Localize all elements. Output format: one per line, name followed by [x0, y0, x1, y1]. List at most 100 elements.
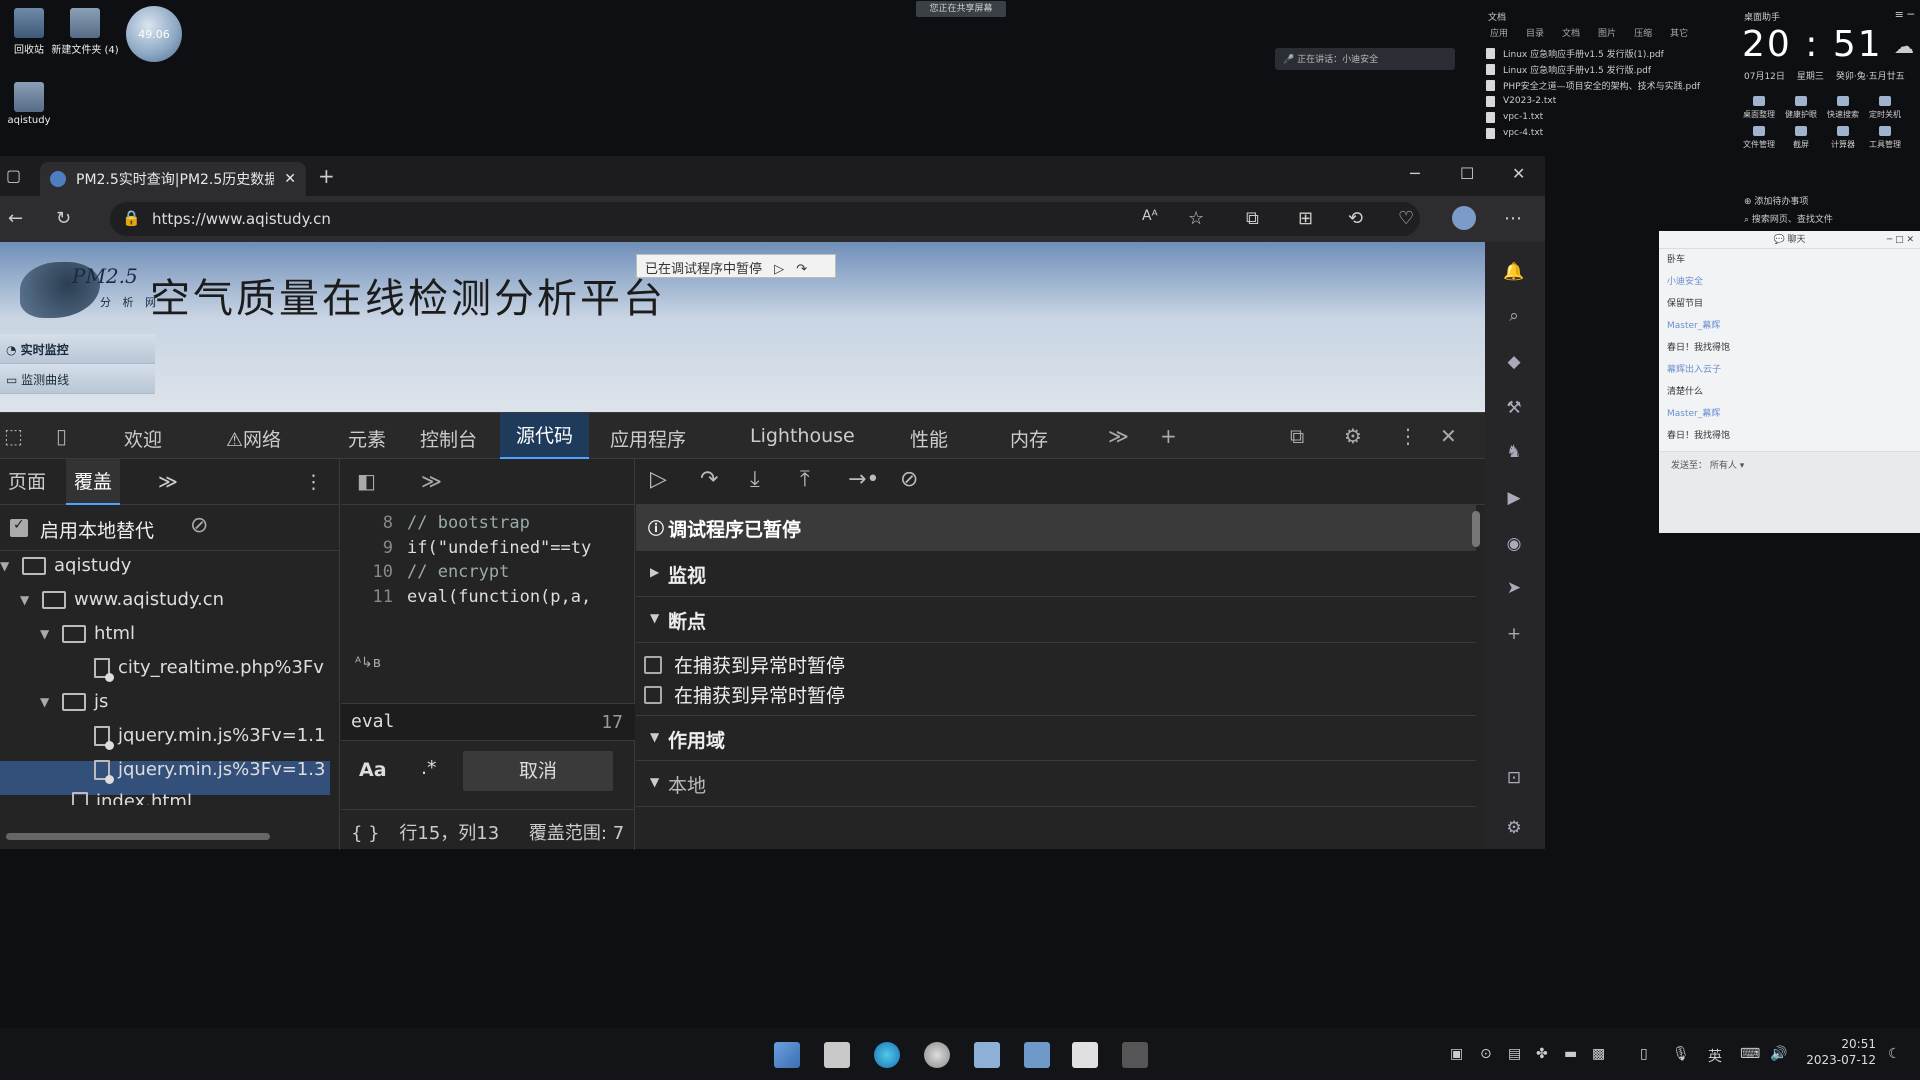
tab-sources[interactable]: 源代码	[500, 413, 590, 459]
tray-app-icon[interactable]: ▤	[1508, 1046, 1521, 1062]
history-icon[interactable]: ⟲	[1348, 208, 1363, 229]
app-icon[interactable]	[974, 1042, 1000, 1068]
tray-app-icon[interactable]: ▣	[1450, 1046, 1463, 1062]
tray-app-icon[interactable]: ▩	[1592, 1046, 1605, 1062]
tool-manage[interactable]: 工具管理	[1864, 126, 1906, 150]
devtools-settings-icon[interactable]: ⚙	[1344, 424, 1362, 448]
refresh-icon[interactable]: ↻	[56, 208, 71, 229]
menu-icon[interactable]: ≡ ─	[1895, 8, 1914, 21]
file-tab[interactable]: 应用	[1490, 26, 1508, 39]
regex-button[interactable]: .*	[421, 757, 437, 779]
file-tab[interactable]: 文档	[1562, 26, 1580, 39]
toggle-navigator-icon[interactable]: ◧	[357, 469, 376, 493]
more-tabs-icon[interactable]: ≫	[1108, 424, 1129, 448]
connect-icon[interactable]: ⧉	[1290, 424, 1304, 448]
nav-item-curve[interactable]: ▭ 监测曲线	[0, 364, 155, 394]
nav-item-realtime[interactable]: ◔ 实时监控	[0, 334, 155, 364]
close-tab-icon[interactable]: ✕	[284, 171, 296, 187]
tool-quick-search[interactable]: 快速搜索	[1822, 96, 1864, 120]
sublime-icon[interactable]	[1122, 1042, 1148, 1068]
address-bar[interactable]: 🔒 https://www.aqistudy.cn	[110, 202, 1420, 236]
new-tab-button[interactable]: +	[318, 164, 335, 188]
desktop-widget-avatar[interactable]: 49.06	[126, 6, 182, 62]
pause-caught-checkbox[interactable]	[644, 685, 662, 704]
vertical-scrollbar[interactable]	[1472, 511, 1480, 547]
media-icon[interactable]: ▶	[1503, 488, 1525, 510]
step-into-icon[interactable]: ⤓	[750, 467, 760, 492]
file-item[interactable]: PHP安全之道—项目安全的架构、技术与实践.pdf	[1480, 77, 1740, 93]
more-files-icon[interactable]: ≫	[421, 469, 442, 493]
navigator-menu-icon[interactable]: ⋮	[296, 459, 331, 505]
maximize-button[interactable]: ☐	[1460, 164, 1474, 183]
toolbox-icon[interactable]: ⚒	[1503, 398, 1525, 420]
favorite-star-icon[interactable]: ☆	[1188, 208, 1204, 229]
search-input[interactable]: eval 17	[341, 703, 635, 741]
volume-icon[interactable]: 🔊	[1770, 1046, 1787, 1062]
workspaces-icon[interactable]: ▢	[6, 166, 21, 185]
widget-search[interactable]: ⌕ 搜索网页、查找文件	[1744, 212, 1833, 225]
file-explorer-icon[interactable]	[824, 1042, 850, 1068]
tab-welcome[interactable]: 欢迎	[124, 425, 162, 452]
close-window-button[interactable]: ✕	[1512, 164, 1525, 183]
tool-eye-care[interactable]: 健康护眼	[1780, 96, 1822, 120]
tab-overrides[interactable]: 覆盖	[66, 459, 121, 505]
tree-node[interactable]: index.html	[72, 791, 192, 805]
clear-overrides-icon[interactable]: ⊘	[190, 513, 208, 538]
notepad-icon[interactable]	[1072, 1042, 1098, 1068]
todo-add[interactable]: ⊕ 添加待办事项	[1744, 194, 1808, 207]
file-item[interactable]: Linux 应急响应手册v1.5 发行版(1).pdf	[1480, 45, 1740, 61]
minimize-button[interactable]: ─	[1410, 164, 1420, 183]
games-icon[interactable]: ♞	[1503, 442, 1525, 464]
code-editor[interactable]: 8 // bootstrap 9 if("undefined"==ty 10 // e…	[341, 513, 635, 611]
resume-icon[interactable]: ▷	[650, 467, 667, 492]
send-to-select[interactable]: 所有人	[1710, 461, 1737, 471]
section-watch[interactable]: ▶ 监视	[636, 551, 1476, 597]
step-over-icon[interactable]: ↷	[796, 262, 807, 277]
step-out-icon[interactable]: ⤒	[800, 467, 810, 492]
inspect-icon[interactable]: ⬚	[4, 424, 23, 448]
settings-gear-icon[interactable]: ⚙	[1503, 818, 1525, 840]
section-breakpoints[interactable]: ▼ 断点	[636, 597, 1476, 643]
tree-node-selected[interactable]: jquery.min.js%3Fv=1.3	[94, 759, 325, 784]
tree-node[interactable]: ▼ js	[40, 691, 108, 712]
devtools-close-icon[interactable]: ✕	[1440, 424, 1457, 448]
tree-node[interactable]: jquery.min.js%3Fv=1.1	[94, 725, 325, 750]
enable-overrides-checkbox[interactable]	[10, 517, 28, 537]
file-tab[interactable]: 其它	[1670, 26, 1688, 39]
replace-toggle-icon[interactable]: ᴬ↳ʙ	[355, 655, 381, 671]
more-menu-icon[interactable]: ⋯	[1504, 208, 1522, 229]
battery-icon[interactable]: ▯	[1640, 1046, 1648, 1062]
tab-elements[interactable]: 元素	[348, 425, 386, 452]
tab-lighthouse[interactable]: Lighthouse	[750, 425, 855, 447]
resume-icon[interactable]: ▷	[774, 262, 784, 277]
file-tab[interactable]: 图片	[1598, 26, 1616, 39]
tab-console[interactable]: 控制台	[420, 425, 477, 452]
tree-node[interactable]: ▼ www.aqistudy.cn	[20, 589, 224, 610]
tray-app-icon[interactable]: ⊙	[1480, 1046, 1492, 1062]
device-toggle-icon[interactable]: ▯	[56, 424, 67, 448]
tab-network[interactable]: ⚠网络	[226, 425, 281, 452]
desktop-icon-new-folder[interactable]: 新建文件夹 (4)	[50, 8, 120, 56]
tag-icon[interactable]: ◆	[1503, 352, 1525, 374]
file-tab[interactable]: 目录	[1526, 26, 1544, 39]
chrome-icon[interactable]	[924, 1042, 950, 1068]
tool-screenshot[interactable]: 截屏	[1780, 126, 1822, 150]
screen-share-badge[interactable]: 您正在共享屏幕	[916, 1, 1006, 17]
file-item[interactable]: V2023-2.txt	[1480, 93, 1740, 109]
tree-node[interactable]: ▼ aqistudy	[0, 555, 131, 576]
section-scope[interactable]: ▼ 作用域	[636, 715, 1476, 761]
outlook-icon[interactable]: ◉	[1503, 534, 1525, 556]
taskbar-clock[interactable]: 20:51 2023-07-12	[1800, 1036, 1876, 1068]
devtools-menu-icon[interactable]: ⋮	[1398, 424, 1418, 448]
tray-app-icon[interactable]: ✤	[1536, 1046, 1548, 1062]
tool-desk-organize[interactable]: 桌面整理	[1738, 96, 1780, 120]
desktop-icon-aqistudy[interactable]: aqistudy	[0, 82, 64, 126]
input-method-indicator[interactable]: 英	[1708, 1046, 1722, 1066]
more-navigator-icon[interactable]: ≫	[150, 459, 186, 505]
tab-page[interactable]: 页面	[0, 459, 54, 505]
microphone-icon[interactable]: 🎙	[1672, 1046, 1690, 1062]
tab-performance[interactable]: 性能	[910, 425, 948, 452]
scope-local[interactable]: ▼ 本地	[636, 761, 1476, 807]
tool-timed-shutdown[interactable]: 定时关机	[1864, 96, 1906, 120]
start-button[interactable]	[774, 1042, 800, 1068]
